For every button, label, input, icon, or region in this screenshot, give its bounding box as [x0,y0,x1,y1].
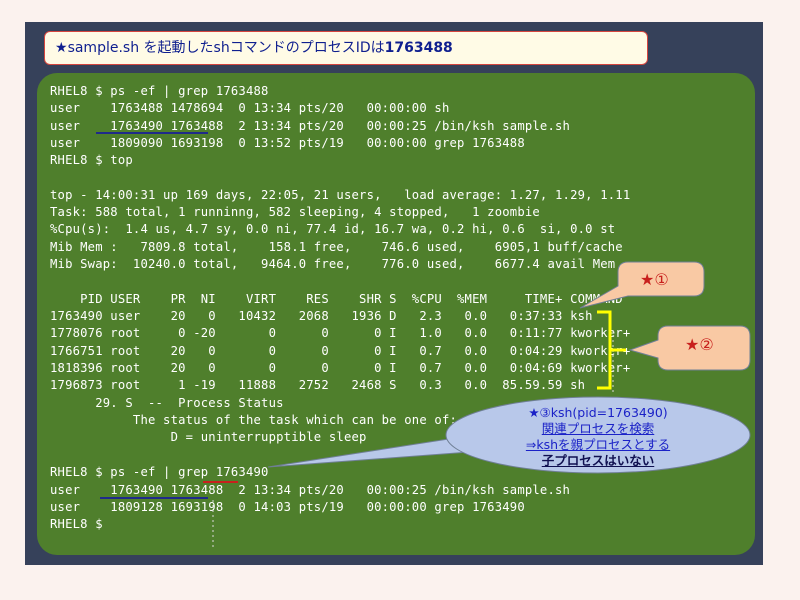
terminal-line: top - 14:00:31 up 169 days, 22:05, 21 us… [50,188,631,202]
callout-three-line: ★③ksh(pid=1763490) [528,405,668,420]
terminal-line: 29. S -- Process Status [50,396,284,410]
terminal-line: user 1763490 1763488 2 13:34 pts/20 00:0… [50,119,571,133]
title-text: sample.sh を起動したshコマンドのプロセスIDは [67,40,385,56]
callout-three-text: ★③ksh(pid=1763490) 関連プロセスを検索 ⇒kshを親プロセスと… [468,405,728,469]
terminal-line: 1796873 root 1 -19 11888 2752 2468 S 0.3… [50,378,586,392]
terminal-line: Mib Mem : 7809.8 total, 158.1 free, 746.… [50,240,623,254]
terminal-line: user 1809128 1693198 0 14:03 pts/19 00:0… [50,500,525,514]
terminal-line: %Cpu(s): 1.4 us, 4.7 sy, 0.0 ni, 77.4 id… [50,222,616,236]
callout-three-line: 子プロセスはいない [541,453,655,468]
star-icon: ★ [55,40,68,56]
callout-three-line: ⇒kshを親プロセスとする [525,437,671,452]
terminal-line: RHEL8 $ ps -ef | grep 1763488 [50,84,269,98]
terminal-line: Task: 588 total, 1 runninng, 582 sleepin… [50,205,540,219]
terminal-line: 1763490 user 20 0 10432 2068 1936 D 2.3 … [50,309,593,323]
title-banner: ★sample.sh を起動したshコマンドのプロセスIDは1763488 [44,31,648,65]
callout-one-label: ★① [640,270,669,289]
terminal-line: RHEL8 $ top [50,153,133,167]
terminal-line: PID USER PR NI VIRT RES SHR S %CPU %MEM … [50,292,623,306]
terminal-line: user 1763488 1478694 0 13:34 pts/20 00:0… [50,101,450,115]
terminal-line: 1766751 root 20 0 0 0 0 I 0.7 0.0 0:04:2… [50,344,631,358]
title-pid: 1763488 [384,40,453,56]
terminal-line: RHEL8 $ ps -ef | grep 1763490 [50,465,269,479]
terminal-line: Mib Swap: 10240.0 total, 9464.0 free, 77… [50,257,616,271]
callout-three-line: 関連プロセスを検索 [541,421,655,436]
terminal-line: The status of the task which can be one … [50,413,458,427]
terminal-line: D = uninterrupptible sleep [50,430,367,444]
terminal-line: 1778076 root 0 -20 0 0 0 I 1.0 0.0 0:11:… [50,326,631,340]
terminal-line: RHEL8 $ [50,517,103,531]
terminal-line: user 1763490 1763488 2 13:34 pts/20 00:0… [50,483,571,497]
terminal-line: 1818396 root 20 0 0 0 0 I 0.7 0.0 0:04:6… [50,361,631,375]
terminal-line: user 1809090 1693198 0 13:52 pts/19 00:0… [50,136,525,150]
callout-two-label: ★② [685,335,714,354]
